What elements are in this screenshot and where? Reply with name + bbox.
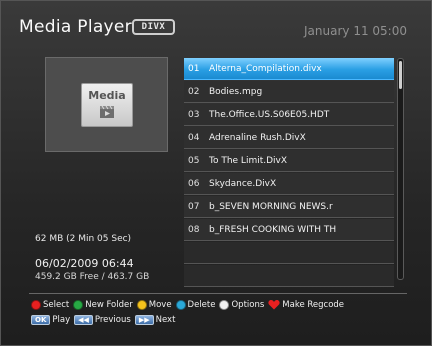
legend-previous[interactable]: ◀◀ Previous [74,315,131,325]
legend-select-label: Select [43,300,70,310]
list-item-empty [184,242,394,264]
list-item-name: Bodies.mpg [209,86,263,97]
fast-forward-key-icon: ▶▶ [134,315,154,325]
legend-make-regcode[interactable]: Make Regcode [268,300,344,310]
list-item[interactable]: 07 b_SEVEN MORNING NEWS.r [184,196,394,218]
file-date: 06/02/2009 06:44 [35,257,134,270]
list-item-number: 08 [188,224,200,235]
list-item[interactable]: 06 Skydance.DivX [184,173,394,195]
file-list: 01 Alterna_Compilation.divx 02 Bodies.mp… [184,58,394,288]
media-player-screen: Media Player DIVX January 11 05:00 Media… [0,0,432,346]
heart-button-icon [268,300,280,310]
list-item-name: b_FRESH COOKING WITH TH [209,224,337,235]
button-legend-row-1: Select New Folder Move Delete Options Ma… [31,300,348,310]
list-item-name: Adrenaline Rush.DivX [209,132,306,143]
list-item-number: 03 [188,109,200,120]
list-item-number: 04 [188,132,200,143]
ok-key-icon: OK [31,315,51,325]
scrollbar-thumb[interactable] [399,61,402,89]
list-item[interactable]: 05 To The Limit.DivX [184,150,394,172]
green-button-icon [73,300,84,310]
legend-next[interactable]: ▶▶ Next [134,315,176,325]
yellow-button-icon [136,300,147,310]
list-item-number: 02 [188,86,200,97]
list-item[interactable]: 01 Alterna_Compilation.divx [184,58,394,80]
red-button-icon [31,300,41,310]
list-item[interactable]: 08 b_FRESH COOKING WITH TH [184,219,394,241]
clapperboard-icon [100,105,114,118]
page-title: Media Player [19,17,132,37]
list-item-name: To The Limit.DivX [209,155,288,166]
media-icon-label: Media [88,89,126,102]
list-item-number: 05 [188,155,200,166]
media-icon: Media [81,83,133,127]
preview-thumbnail: Media [45,57,168,152]
legend-next-label: Next [155,315,176,325]
list-item-name: The.Office.US.S06E05.HDT [209,109,330,120]
legend-make-regcode-label: Make Regcode [282,300,345,310]
legend-move[interactable]: Move [136,300,172,310]
list-item[interactable]: 02 Bodies.mpg [184,81,394,103]
list-item-number: 06 [188,178,200,189]
disk-space: 459.2 GB Free / 463.7 GB [35,272,150,282]
clock-datetime: January 11 05:00 [304,24,407,38]
legend-play-label: Play [52,315,71,325]
legend-options[interactable]: Options [219,300,264,310]
legend-options-label: Options [231,300,265,310]
legend-new-folder[interactable]: New Folder [73,300,133,310]
blue-button-icon [175,300,186,310]
file-size-duration: 62 MB (2 Min 05 Sec) [35,234,132,244]
legend-delete[interactable]: Delete [175,300,216,310]
white-button-icon [219,300,230,310]
list-item-empty [184,265,394,287]
list-item-name: b_SEVEN MORNING NEWS.r [209,201,333,212]
list-item[interactable]: 04 Adrenaline Rush.DivX [184,127,394,149]
list-item-number: 01 [188,63,200,74]
list-item[interactable]: 03 The.Office.US.S06E05.HDT [184,104,394,126]
list-item-name: Alterna_Compilation.divx [209,63,322,74]
legend-delete-label: Delete [187,300,216,310]
legend-select[interactable]: Select [31,300,69,310]
legend-move-label: Move [148,300,172,310]
legend-divider [29,293,407,294]
legend-play[interactable]: OK Play [31,315,70,325]
legend-previous-label: Previous [94,315,131,325]
button-legend-row-2: OK Play ◀◀ Previous ▶▶ Next [31,315,179,325]
rewind-key-icon: ◀◀ [74,315,93,325]
list-item-number: 07 [188,201,200,212]
list-item-name: Skydance.DivX [209,178,277,189]
list-scrollbar[interactable] [397,58,404,280]
legend-new-folder-label: New Folder [85,300,133,310]
divx-logo: DIVX [132,19,175,35]
